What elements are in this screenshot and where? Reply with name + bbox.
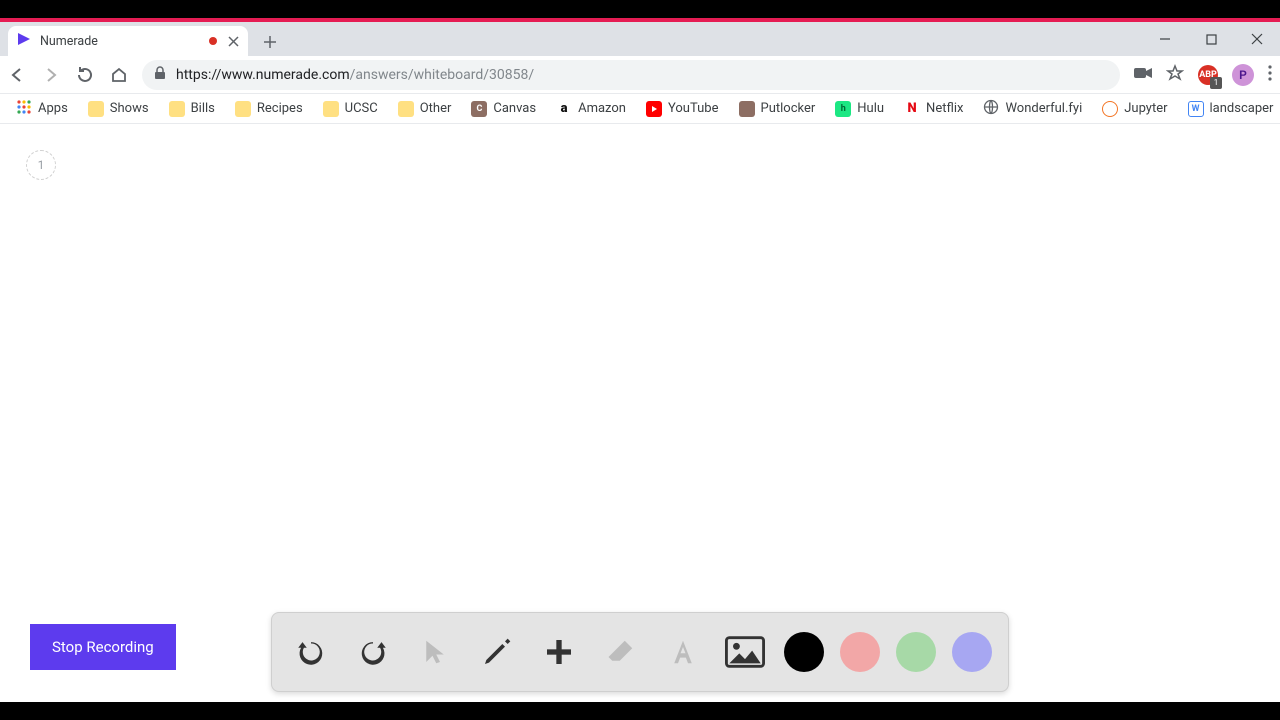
whiteboard-toolbar [271,612,1009,692]
letterbox-bottom [0,702,1280,720]
bookmark-recipes[interactable]: Recipes [225,94,313,124]
bookmark-jupyter[interactable]: Jupyter [1092,94,1177,124]
bookmark-hulu[interactable]: h Hulu [825,94,894,124]
undo-button[interactable] [288,629,334,675]
tab-numerade[interactable]: Numerade [8,26,248,56]
letterbox-top [0,0,1280,18]
camera-icon[interactable] [1134,65,1152,84]
bookmark-icon [88,101,104,117]
bookmark-icon [235,101,251,117]
lock-icon [154,66,166,84]
bookmark-label: Putlocker [761,101,816,116]
nav-home-button[interactable] [102,56,136,94]
window-controls [1142,22,1280,56]
bookmark-apps[interactable]: Apps [6,94,78,124]
bookmark-icon [323,101,339,117]
bookmark-icon: N [904,101,920,117]
browser-tabstrip: Numerade [0,22,1280,56]
text-tool[interactable] [660,629,706,675]
bookmark-label: Other [420,101,452,116]
bookmark-label: landscaper [1210,101,1274,116]
bookmark-shows[interactable]: Shows [78,94,159,124]
url-path: /answers/whiteboard/30858/ [350,67,535,83]
bookmark-label: UCSC [345,101,378,116]
color-swatch-blue[interactable] [952,632,992,672]
bookmark-icon [16,99,32,119]
color-swatch-black[interactable] [784,632,824,672]
bookmark-label: Netflix [926,101,963,116]
bookmark-icon: W [1188,101,1204,117]
bookmark-icon [398,101,414,117]
bookmark-label: Wonderful.fyi [1005,101,1082,116]
bookmark-ucsc[interactable]: UCSC [313,94,388,124]
bookmark-label: Hulu [857,101,884,116]
bookmark-netflix[interactable]: N Netflix [894,94,973,124]
bookmark-label: Bills [191,101,215,116]
bookmark-label: Jupyter [1124,101,1167,116]
stop-recording-button[interactable]: Stop Recording [30,624,176,670]
chrome-menu-icon[interactable] [1268,65,1272,85]
bookmark-icon: a [556,101,572,117]
add-tool[interactable] [536,629,582,675]
whiteboard-page-number[interactable]: 1 [26,150,56,180]
bookmark-landscaper[interactable]: Wlandscaper [1178,94,1280,124]
nav-forward-button[interactable] [34,56,68,94]
recording-dot-icon [209,37,217,45]
bookmark-icon: C [471,101,487,117]
eraser-tool[interactable] [598,629,644,675]
bookmark-icon [983,99,999,119]
abp-badge-count: 1 [1210,77,1222,89]
omnibox-right-icons: ABP 1 P [1126,64,1280,86]
bookmark-label: YouTube [668,101,719,116]
nav-reload-button[interactable] [68,56,102,94]
pencil-tool[interactable] [474,629,520,675]
bookmark-youtube[interactable]: YouTube [636,94,729,124]
bookmark-icon [739,101,755,117]
bookmark-label: Recipes [257,101,303,116]
nav-back-button[interactable] [0,56,34,94]
bookmark-amazon[interactable]: a Amazon [546,94,636,124]
color-swatch-green[interactable] [896,632,936,672]
bookmark-label: Amazon [578,101,626,116]
bookmark-icon [646,101,662,117]
window-minimize-button[interactable] [1142,22,1188,56]
window-close-button[interactable] [1234,22,1280,56]
close-tab-icon[interactable] [227,35,240,48]
bookmark-label: Apps [38,101,68,116]
bookmarks-bar: Apps Shows Bills Recipes UCSC Other C Canvas a Am… [0,94,1280,124]
bookmark-icon: h [835,101,851,117]
bookmark-star-icon[interactable] [1166,64,1184,86]
window-maximize-button[interactable] [1188,22,1234,56]
bookmark-canvas[interactable]: C Canvas [461,94,546,124]
bookmark-label: Shows [110,101,149,116]
bookmark-label: Canvas [493,101,536,116]
bookmark-putlocker[interactable]: Putlocker [729,94,826,124]
adblock-extension-icon[interactable]: ABP 1 [1198,65,1218,85]
bookmark-other[interactable]: Other [388,94,462,124]
redo-button[interactable] [350,629,396,675]
color-swatch-red[interactable] [840,632,880,672]
pointer-tool[interactable] [412,629,458,675]
bookmark-icon [169,101,185,117]
new-tab-button[interactable] [258,30,282,54]
image-tool[interactable] [722,629,768,675]
bookmark-wonderful-fyi[interactable]: Wonderful.fyi [973,94,1092,124]
address-bar-row: https://www.numerade.com/answers/whitebo… [0,56,1280,94]
bookmark-bills[interactable]: Bills [159,94,225,124]
url-host: https://www.numerade.com [176,67,350,83]
profile-avatar[interactable]: P [1232,64,1254,86]
bookmark-icon [1102,101,1118,117]
numerade-favicon [16,31,32,51]
omnibox[interactable]: https://www.numerade.com/answers/whitebo… [142,60,1120,90]
tab-title: Numerade [40,34,98,49]
